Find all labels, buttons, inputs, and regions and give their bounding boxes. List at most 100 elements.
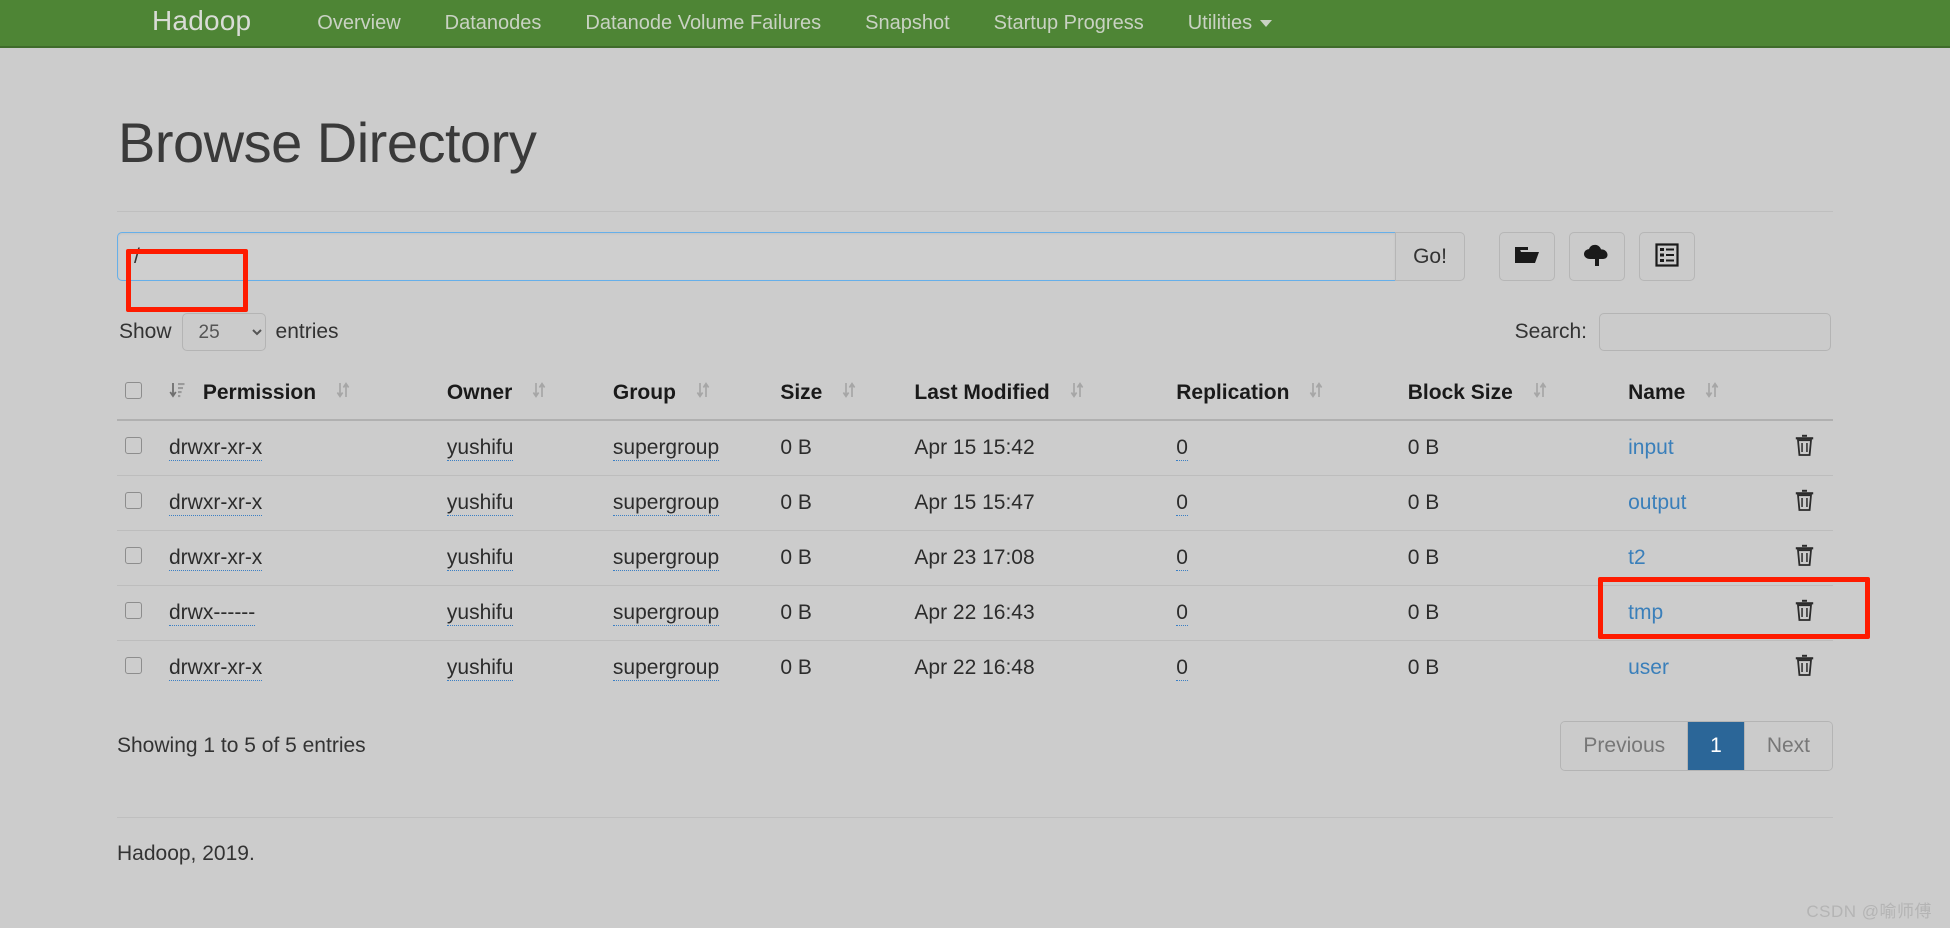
- cell-replication[interactable]: 0: [1168, 419, 1400, 476]
- group-value[interactable]: supergroup: [612, 491, 720, 516]
- cell-permission[interactable]: drwxr-xr-x: [161, 640, 439, 695]
- cell-name[interactable]: output: [1620, 475, 1775, 531]
- upload-files-button[interactable]: [1569, 232, 1625, 281]
- cell-actions[interactable]: [1775, 585, 1833, 641]
- column-header-block-size[interactable]: Block Size: [1399, 371, 1621, 421]
- cell-actions[interactable]: [1775, 475, 1833, 531]
- column-header-group[interactable]: Group: [604, 371, 773, 421]
- replication-value[interactable]: 0: [1176, 546, 1188, 571]
- cell-owner[interactable]: yushifu: [438, 419, 605, 476]
- group-value[interactable]: supergroup: [612, 656, 720, 681]
- trash-icon[interactable]: [1795, 489, 1814, 517]
- cell-replication[interactable]: 0: [1168, 530, 1400, 586]
- group-value[interactable]: supergroup: [612, 436, 720, 461]
- cell-replication[interactable]: 0: [1168, 475, 1400, 531]
- row-checkbox[interactable]: [125, 492, 142, 509]
- replication-value[interactable]: 0: [1176, 491, 1188, 516]
- cell-permission[interactable]: drwxr-xr-x: [161, 419, 439, 476]
- cell-permission[interactable]: drwx------: [161, 585, 439, 641]
- trash-icon[interactable]: [1795, 544, 1814, 572]
- table-row[interactable]: drwxr-xr-x yushifu supergroup 0 B Apr 23…: [117, 530, 1833, 586]
- column-header-permission[interactable]: Permission: [161, 371, 439, 421]
- nav-item-startup-progress[interactable]: Startup Progress: [972, 13, 1166, 33]
- create-directory-button[interactable]: [1499, 232, 1555, 281]
- pagination-page-1[interactable]: 1: [1688, 722, 1745, 770]
- table-row[interactable]: drwxr-xr-x yushifu supergroup 0 B Apr 22…: [117, 640, 1833, 695]
- entries-per-page-select[interactable]: 25: [181, 313, 266, 351]
- row-select-cell[interactable]: [117, 640, 161, 695]
- row-select-cell[interactable]: [117, 475, 161, 531]
- group-value[interactable]: supergroup: [612, 601, 720, 626]
- cell-owner[interactable]: yushifu: [438, 640, 605, 695]
- cell-permission[interactable]: drwxr-xr-x: [161, 475, 439, 531]
- row-checkbox[interactable]: [125, 657, 142, 674]
- column-header-owner[interactable]: Owner: [438, 371, 605, 421]
- cell-group[interactable]: supergroup: [604, 585, 773, 641]
- nav-item-overview[interactable]: Overview: [295, 13, 422, 33]
- column-header-last-modified[interactable]: Last Modified: [906, 371, 1169, 421]
- nav-item-snapshot[interactable]: Snapshot: [843, 13, 972, 33]
- column-header-replication[interactable]: Replication: [1168, 371, 1400, 421]
- name-tmp[interactable]: tmp: [1628, 601, 1663, 624]
- replication-value[interactable]: 0: [1176, 601, 1188, 626]
- cell-name[interactable]: user: [1620, 640, 1775, 695]
- trash-icon[interactable]: [1795, 434, 1814, 462]
- row-checkbox[interactable]: [125, 437, 142, 454]
- replication-value[interactable]: 0: [1176, 656, 1188, 681]
- permission-value[interactable]: drwx------: [169, 601, 256, 626]
- table-row[interactable]: drwxr-xr-x yushifu supergroup 0 B Apr 15…: [117, 475, 1833, 531]
- cell-group[interactable]: supergroup: [604, 419, 773, 476]
- cell-name[interactable]: tmp: [1620, 585, 1775, 641]
- search-input[interactable]: [1599, 313, 1831, 351]
- row-select-cell[interactable]: [117, 530, 161, 586]
- cell-replication[interactable]: 0: [1168, 640, 1400, 695]
- cell-actions[interactable]: [1775, 419, 1833, 476]
- cell-owner[interactable]: yushifu: [438, 475, 605, 531]
- cell-name[interactable]: input: [1620, 419, 1775, 476]
- nav-item-utilities[interactable]: Utilities: [1166, 13, 1294, 33]
- select-all-checkbox[interactable]: [125, 382, 142, 399]
- column-header-name[interactable]: Name: [1620, 371, 1775, 421]
- cell-group[interactable]: supergroup: [604, 640, 773, 695]
- group-value[interactable]: supergroup: [612, 546, 720, 571]
- permission-value[interactable]: drwxr-xr-x: [169, 546, 263, 571]
- nav-item-datanode-volume-failures[interactable]: Datanode Volume Failures: [563, 13, 843, 33]
- pagination-next[interactable]: Next: [1744, 722, 1832, 770]
- cell-name[interactable]: t2: [1620, 530, 1775, 586]
- owner-value[interactable]: yushifu: [446, 491, 514, 516]
- name-user[interactable]: user: [1628, 656, 1669, 679]
- row-select-cell[interactable]: [117, 419, 161, 476]
- owner-value[interactable]: yushifu: [446, 601, 514, 626]
- cell-group[interactable]: supergroup: [604, 475, 773, 531]
- path-input[interactable]: [117, 232, 1395, 281]
- cut-paste-button[interactable]: [1639, 232, 1695, 281]
- permission-value[interactable]: drwxr-xr-x: [169, 491, 263, 516]
- row-select-cell[interactable]: [117, 585, 161, 641]
- owner-value[interactable]: yushifu: [446, 546, 514, 571]
- hadoop-brand-link[interactable]: Hadoop: [152, 7, 251, 39]
- select-all-header[interactable]: [117, 371, 161, 421]
- column-header-size[interactable]: Size: [772, 371, 907, 421]
- cell-owner[interactable]: yushifu: [438, 585, 605, 641]
- cell-actions[interactable]: [1775, 640, 1833, 695]
- cell-owner[interactable]: yushifu: [438, 530, 605, 586]
- name-t2[interactable]: t2: [1628, 546, 1646, 569]
- go-button[interactable]: Go!: [1395, 232, 1465, 281]
- name-output[interactable]: output: [1628, 491, 1686, 514]
- row-checkbox[interactable]: [125, 547, 142, 564]
- nav-item-datanodes[interactable]: Datanodes: [423, 13, 564, 33]
- cell-replication[interactable]: 0: [1168, 585, 1400, 641]
- cell-group[interactable]: supergroup: [604, 530, 773, 586]
- cell-actions[interactable]: [1775, 530, 1833, 586]
- owner-value[interactable]: yushifu: [446, 656, 514, 681]
- owner-value[interactable]: yushifu: [446, 436, 514, 461]
- permission-value[interactable]: drwxr-xr-x: [169, 656, 263, 681]
- trash-icon[interactable]: [1795, 654, 1814, 682]
- trash-icon[interactable]: [1795, 599, 1814, 627]
- table-row[interactable]: drwx------ yushifu supergroup 0 B Apr 22…: [117, 585, 1833, 641]
- table-row[interactable]: drwxr-xr-x yushifu supergroup 0 B Apr 15…: [117, 419, 1833, 476]
- row-checkbox[interactable]: [125, 602, 142, 619]
- permission-value[interactable]: drwxr-xr-x: [169, 436, 263, 461]
- cell-permission[interactable]: drwxr-xr-x: [161, 530, 439, 586]
- pagination-previous[interactable]: Previous: [1561, 722, 1689, 770]
